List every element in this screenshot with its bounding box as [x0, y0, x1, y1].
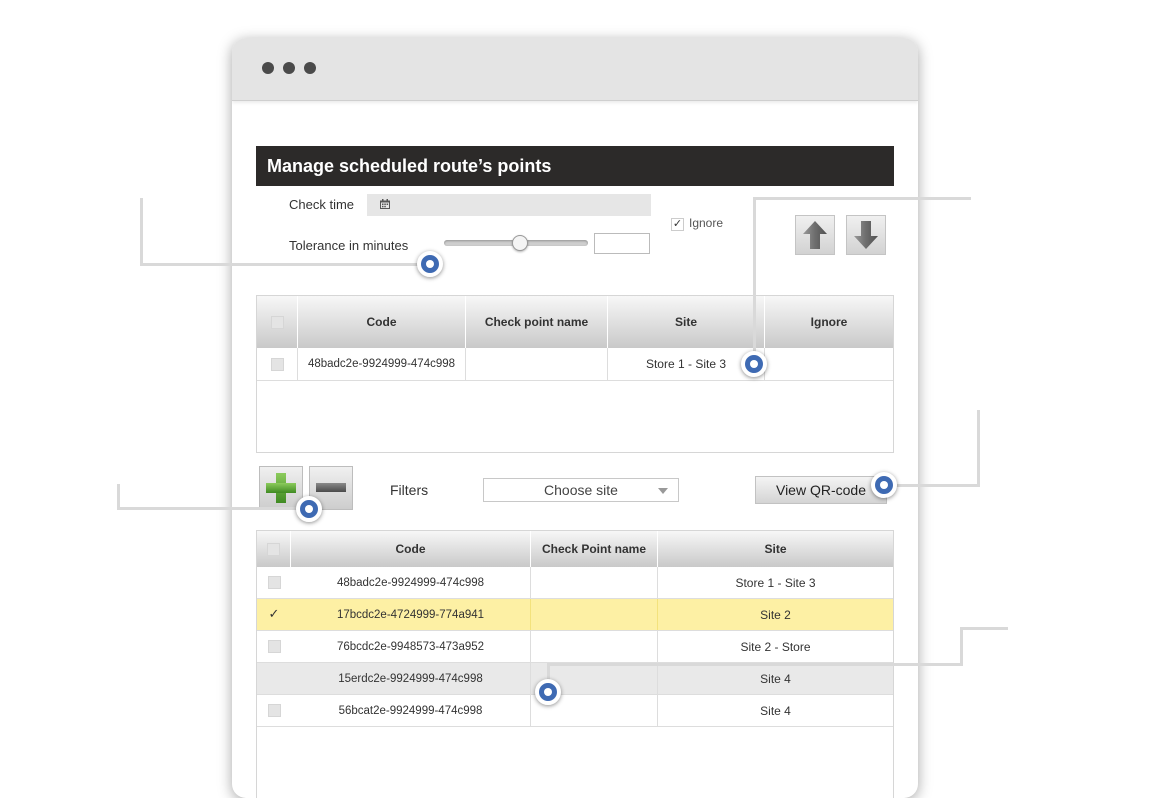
table-row[interactable]: 48badc2e-9924999-474c998 Store 1 - Site … — [257, 348, 893, 381]
callout-line — [753, 197, 756, 365]
panel-title: Manage scheduled route’s points — [256, 146, 894, 186]
check-time-input[interactable] — [367, 194, 651, 216]
chevron-down-icon — [658, 488, 668, 494]
callout-marker-icon[interactable] — [535, 679, 561, 705]
ignore-checkbox[interactable]: ✓ — [671, 218, 684, 231]
callout-marker-icon[interactable] — [296, 496, 322, 522]
plus-icon — [266, 473, 296, 503]
app-window: Manage scheduled route’s points Check ti… — [232, 38, 918, 798]
table-row-hover[interactable]: 15erdc2e-9924999-474c998 Site 4 — [257, 663, 893, 695]
cell-code: 76bcdc2e-9948573-473a952 — [291, 631, 531, 662]
callout-line — [140, 263, 432, 266]
filters-label: Filters — [390, 482, 429, 498]
cell-check-point-name — [531, 599, 658, 630]
check-time-label: Check time — [289, 197, 355, 212]
route-points-table: Code Check point name Site Ignore 48badc… — [256, 295, 894, 453]
cell-code: 48badc2e-9924999-474c998 — [298, 348, 466, 380]
table-header: Code Check point name Site Ignore — [257, 296, 893, 348]
row-checkbox-cell — [257, 567, 291, 598]
tolerance-input[interactable] — [594, 233, 650, 254]
cell-site: Site 2 - Store — [740, 639, 811, 654]
select-all-cell — [257, 531, 291, 567]
callout-line — [753, 197, 971, 200]
row-checkbox-cell — [257, 631, 291, 662]
callout-line — [886, 484, 980, 487]
cell-check-point-name — [466, 348, 608, 380]
callout-marker-icon[interactable] — [871, 472, 897, 498]
cell-site: Site 2 — [760, 607, 791, 622]
row-checkbox[interactable] — [267, 704, 281, 717]
row-checkbox[interactable] — [267, 640, 281, 653]
callout-line — [960, 627, 963, 666]
row-checkbox[interactable] — [267, 576, 281, 589]
tolerance-slider-handle[interactable] — [512, 235, 528, 251]
callout-line — [960, 627, 1008, 630]
callout-marker-icon[interactable] — [417, 251, 443, 277]
row-checkbox-cell: ✓ — [257, 599, 291, 630]
table-row[interactable]: 56bcat2e-9924999-474c998 Site 4 — [257, 695, 893, 727]
table-row[interactable]: 48badc2e-9924999-474c998 Store 1 - Site … — [257, 567, 893, 599]
cell-code: 17bcdc2e-4724999-774a941 — [291, 599, 531, 630]
table-row-selected[interactable]: ✓ 17bcdc2e-4724999-774a941 Site 2 — [257, 599, 893, 631]
column-header-ignore[interactable]: Ignore — [765, 296, 893, 348]
cell-ignore — [765, 348, 893, 380]
arrow-down-icon — [854, 221, 878, 249]
callout-marker-icon[interactable] — [741, 351, 767, 377]
window-titlebar — [232, 38, 918, 101]
callout-line — [548, 663, 963, 666]
row-checkbox[interactable] — [270, 357, 284, 371]
table-row[interactable]: 76bcdc2e-9948573-473a952 Site 2 - Store — [257, 631, 893, 663]
row-checkbox-cell — [257, 663, 291, 694]
site-filter-value: Choose site — [544, 482, 618, 498]
cell-check-point-name — [531, 567, 658, 598]
move-down-button[interactable] — [846, 215, 886, 255]
calendar-icon[interactable] — [380, 199, 390, 209]
site-filter-select[interactable]: Choose site — [483, 478, 679, 502]
window-dot-icon — [304, 62, 316, 74]
column-header-check-point-name[interactable]: Check point name — [466, 296, 608, 348]
row-checkbox[interactable]: ✓ — [267, 607, 281, 621]
cell-site: Store 1 - Site 3 — [735, 575, 816, 590]
column-header-code[interactable]: Code — [298, 296, 466, 348]
ignore-label: Ignore — [689, 216, 724, 230]
callout-line — [117, 507, 311, 510]
table-header: Code Check Point name Site — [257, 531, 893, 567]
column-header-site[interactable]: Site — [658, 531, 893, 567]
select-all-checkbox[interactable] — [267, 542, 280, 556]
column-header-code[interactable]: Code — [291, 531, 531, 567]
column-header-check-point-name[interactable]: Check Point name — [531, 531, 658, 567]
cell-code: 56bcat2e-9924999-474c998 — [291, 695, 531, 726]
callout-line — [140, 198, 143, 266]
cell-code: 15erdc2e-9924999-474c998 — [291, 663, 531, 694]
cell-site: Site 4 — [760, 703, 791, 718]
callout-line — [977, 410, 980, 486]
row-checkbox-cell — [257, 348, 298, 380]
window-dot-icon — [262, 62, 274, 74]
column-header-site[interactable]: Site — [608, 296, 765, 348]
cell-site: Site 4 — [760, 671, 791, 686]
row-checkbox-cell — [257, 695, 291, 726]
tolerance-label: Tolerance in minutes — [289, 238, 409, 253]
select-all-cell — [257, 296, 298, 348]
cell-code: 48badc2e-9924999-474c998 — [291, 567, 531, 598]
move-up-button[interactable] — [795, 215, 835, 255]
select-all-checkbox[interactable] — [270, 315, 284, 329]
view-qr-code-button[interactable]: View QR-code — [755, 476, 887, 504]
route-points-panel: Manage scheduled route’s points Check ti… — [256, 146, 894, 798]
cell-check-point-name — [531, 631, 658, 662]
arrow-up-icon — [803, 221, 827, 249]
window-dot-icon — [283, 62, 295, 74]
